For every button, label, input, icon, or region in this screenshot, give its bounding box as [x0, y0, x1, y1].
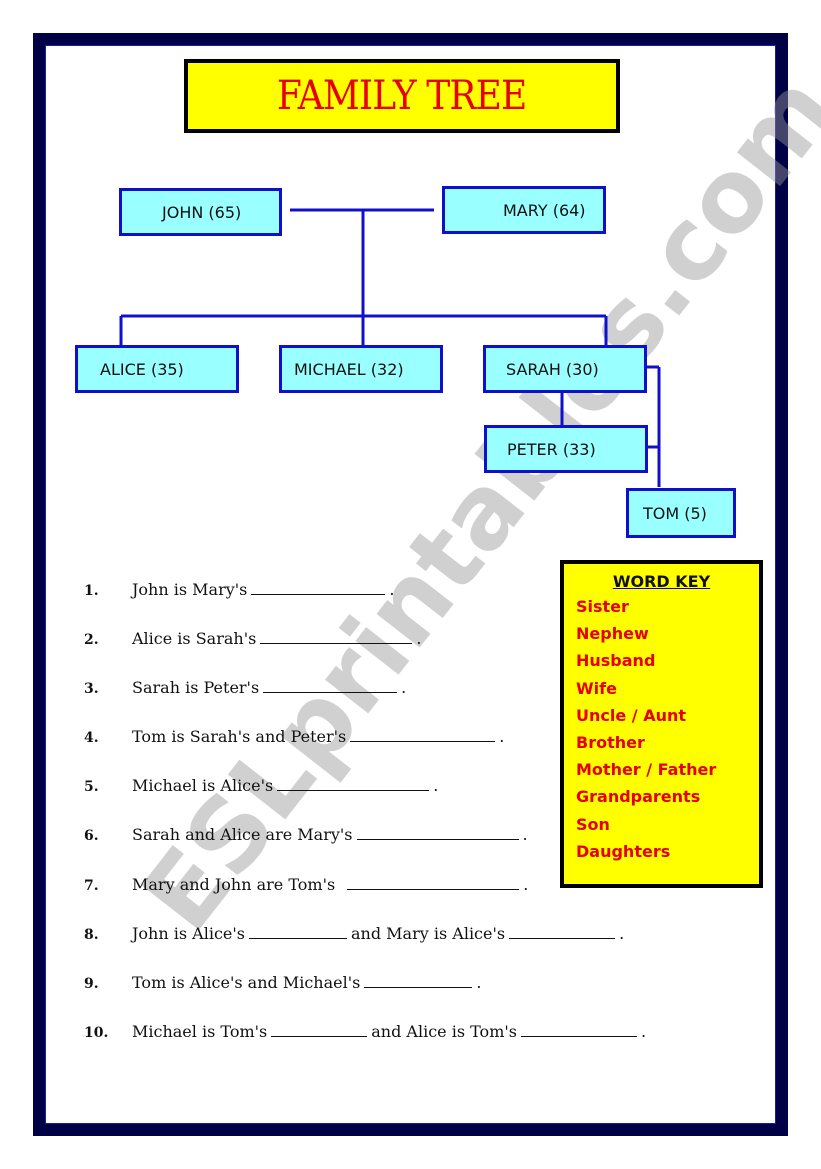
- answer-blank[interactable]: [251, 580, 386, 595]
- node-label: JOHN (65): [162, 202, 242, 222]
- word-key-item: Uncle / Aunt: [576, 705, 686, 725]
- question-text: Michael is Tom's: [132, 1022, 268, 1041]
- question-text: and Alice is Tom's: [371, 1022, 517, 1041]
- question-text: Alice is Sarah's: [132, 629, 257, 648]
- question-number: 5.: [84, 779, 99, 795]
- question-8: 8. John is Alice's and Mary is Alice's.: [84, 924, 624, 943]
- node-mary: MARY (64): [442, 186, 606, 234]
- answer-blank[interactable]: [350, 727, 496, 742]
- question-end: .: [416, 629, 422, 648]
- question-number: 6.: [84, 828, 99, 844]
- question-text: and Mary is Alice's: [350, 924, 506, 943]
- question-text: Michael is Alice's: [132, 776, 274, 795]
- question-4: 4. Tom is Sarah's and Peter's.: [84, 727, 504, 746]
- question-text: Tom is Alice's and Michael's: [132, 973, 361, 992]
- question-end: .: [619, 924, 625, 943]
- question-end: .: [433, 776, 439, 795]
- question-10: 10. Michael is Tom's and Alice is Tom's.: [84, 1022, 646, 1041]
- question-number: 8.: [84, 927, 99, 943]
- node-label: TOM (5): [643, 503, 707, 523]
- question-text: Mary and John are Tom's: [132, 875, 336, 894]
- question-end: .: [640, 1022, 647, 1041]
- word-key-item: Nephew: [576, 624, 649, 644]
- question-end: .: [389, 580, 395, 599]
- word-key-item: Daughters: [576, 841, 671, 861]
- word-key-item: Grandparents: [576, 787, 701, 807]
- word-key-box: WORD KEY Sister Nephew Husband Wife Uncl…: [560, 560, 763, 888]
- answer-blank[interactable]: [520, 1022, 637, 1037]
- answer-blank[interactable]: [509, 924, 616, 939]
- question-end: .: [401, 678, 407, 697]
- question-2: 2. Alice is Sarah's.: [84, 629, 421, 648]
- word-key-item: Husband: [576, 651, 656, 671]
- question-end: .: [522, 825, 528, 844]
- answer-blank[interactable]: [248, 924, 347, 939]
- answer-blank[interactable]: [271, 1022, 368, 1037]
- node-label: ALICE (35): [100, 359, 184, 379]
- question-number: 9.: [84, 976, 99, 992]
- answer-blank[interactable]: [356, 825, 519, 840]
- word-key-item: Son: [576, 814, 610, 834]
- question-3: 3. Sarah is Peter's.: [84, 678, 406, 697]
- answer-blank[interactable]: [277, 776, 430, 791]
- word-key-item: Sister: [576, 597, 629, 616]
- question-end: .: [523, 875, 529, 894]
- question-number: 7.: [84, 878, 99, 894]
- answer-blank[interactable]: [260, 629, 413, 644]
- question-text: John is Alice's: [132, 924, 245, 943]
- node-tom: TOM (5): [626, 488, 736, 538]
- question-6: 6. Sarah and Alice are Mary's.: [84, 825, 528, 844]
- question-number: 2.: [84, 632, 99, 648]
- word-key-item: Brother: [576, 733, 645, 753]
- question-5: 5. Michael is Alice's.: [84, 776, 438, 795]
- node-john: JOHN (65): [119, 188, 282, 236]
- question-7: 7. Mary and John are Tom's.: [84, 875, 528, 894]
- question-number: 1.: [84, 583, 99, 599]
- node-label: PETER (33): [507, 439, 596, 459]
- answer-blank[interactable]: [263, 678, 398, 693]
- node-alice: ALICE (35): [75, 345, 239, 393]
- answer-blank[interactable]: [364, 973, 473, 988]
- node-label: MICHAEL (32): [294, 359, 404, 379]
- word-key-title: WORD KEY: [612, 572, 711, 591]
- answer-blank[interactable]: [347, 875, 520, 890]
- node-label: SARAH (30): [506, 359, 599, 379]
- question-number: 4.: [84, 730, 99, 746]
- question-text: Sarah is Peter's: [132, 678, 260, 697]
- node-sarah: SARAH (30): [483, 345, 647, 393]
- node-label: MARY (64): [503, 200, 586, 220]
- question-end: .: [499, 727, 505, 746]
- title-box: FAMILY TREE: [184, 59, 620, 133]
- node-michael: MICHAEL (32): [279, 345, 443, 393]
- question-text: John is Mary's: [132, 580, 248, 599]
- word-key-item: Mother / Father: [576, 760, 717, 780]
- question-end: .: [476, 973, 482, 992]
- question-text: Sarah and Alice are Mary's: [132, 825, 353, 844]
- page-title: FAMILY TREE: [277, 73, 527, 119]
- node-peter: PETER (33): [484, 425, 648, 473]
- question-1: 1. John is Mary's.: [84, 580, 394, 599]
- question-number: 10.: [84, 1025, 109, 1041]
- word-key-item: Wife: [576, 678, 617, 698]
- question-number: 3.: [84, 681, 99, 697]
- question-9: 9. Tom is Alice's and Michael's.: [84, 973, 481, 992]
- question-text: Tom is Sarah's and Peter's: [132, 727, 347, 746]
